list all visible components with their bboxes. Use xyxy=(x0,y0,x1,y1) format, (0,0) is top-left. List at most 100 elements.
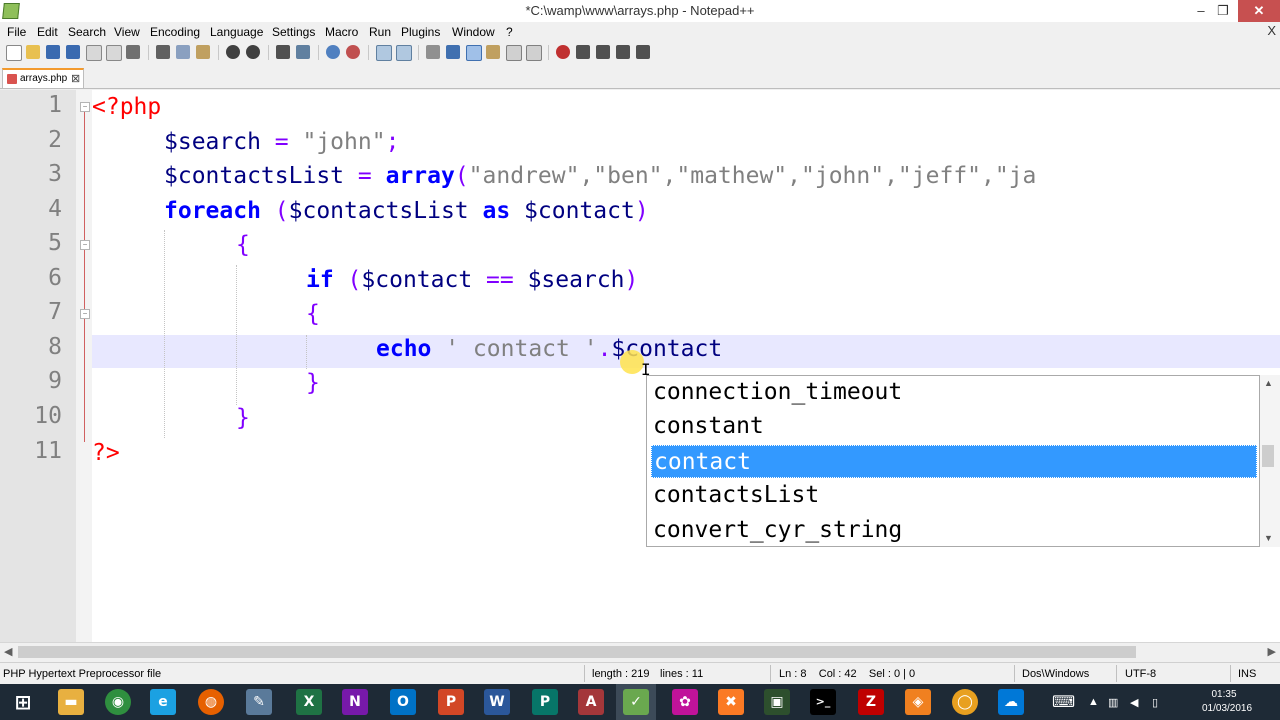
notepad-plus-plus-icon[interactable]: ✓ xyxy=(623,689,649,715)
firefox-icon[interactable]: ◍ xyxy=(198,689,224,715)
system-clock[interactable]: 01:35 01/03/2016 xyxy=(1202,688,1252,716)
close-all-icon[interactable] xyxy=(106,45,122,61)
open-file-icon[interactable] xyxy=(26,45,40,59)
close-button[interactable]: ✕ xyxy=(1238,0,1280,22)
wamp-icon[interactable]: ◯ xyxy=(952,689,978,715)
menu-help[interactable]: ? xyxy=(506,25,513,39)
new-file-icon[interactable] xyxy=(6,45,22,61)
code-line-10: } xyxy=(236,401,250,435)
menu-macro[interactable]: Macro xyxy=(325,25,358,39)
code-line-5: { xyxy=(236,228,250,262)
undo-icon[interactable] xyxy=(226,45,240,59)
scrollbar-thumb[interactable] xyxy=(18,646,1136,658)
command-prompt-icon[interactable]: >_ xyxy=(810,689,836,715)
publisher-icon[interactable]: P xyxy=(532,689,558,715)
status-separator xyxy=(1230,665,1231,682)
fold-toggle-icon[interactable]: − xyxy=(80,309,90,319)
show-all-characters-icon[interactable] xyxy=(446,45,460,59)
function-list-icon[interactable] xyxy=(526,45,542,61)
code-line-3: $contactsList = array("andrew","ben","ma… xyxy=(164,159,1036,193)
autocomplete-scrollbar[interactable]: ▲ ▼ xyxy=(1260,375,1280,547)
indent-guide xyxy=(164,230,165,438)
horizontal-scrollbar[interactable]: ◀ ▶ xyxy=(0,642,1280,661)
maximize-button[interactable]: ❐ xyxy=(1208,0,1238,22)
battery-icon[interactable]: ▯ xyxy=(1152,696,1158,709)
onedrive-icon[interactable]: ☁ xyxy=(998,689,1024,715)
word-wrap-icon[interactable] xyxy=(426,45,440,59)
document-close-icon[interactable]: X xyxy=(1267,23,1276,38)
stop-macro-icon[interactable] xyxy=(576,45,590,59)
menu-settings[interactable]: Settings xyxy=(272,25,315,39)
autocomplete-item[interactable]: convert_cyr_string xyxy=(653,514,1253,546)
close-file-icon[interactable] xyxy=(86,45,102,61)
fold-toggle-icon[interactable]: − xyxy=(80,240,90,250)
fold-toggle-icon[interactable]: − xyxy=(80,102,90,112)
print-icon[interactable] xyxy=(126,45,140,59)
tab-close-icon[interactable]: ⊠ xyxy=(71,72,80,85)
code-variable: $contact xyxy=(361,267,473,293)
menu-window[interactable]: Window xyxy=(452,25,495,39)
powerpoint-icon[interactable]: P xyxy=(438,689,464,715)
replace-icon[interactable] xyxy=(296,45,310,59)
redo-icon[interactable] xyxy=(246,45,260,59)
code-editor[interactable]: 1 2 3 4 5 6 7 8 9 10 11 − − − <?php $sea… xyxy=(0,90,1280,642)
outlook-icon[interactable]: O xyxy=(390,689,416,715)
scroll-left-icon[interactable]: ◀ xyxy=(4,645,12,658)
terminal-icon[interactable]: ▣ xyxy=(764,689,790,715)
menu-file[interactable]: File xyxy=(7,25,26,39)
save-macro-icon[interactable] xyxy=(636,45,650,59)
access-icon[interactable]: A xyxy=(578,689,604,715)
save-icon[interactable] xyxy=(46,45,60,59)
copy-icon[interactable] xyxy=(176,45,190,59)
autocomplete-item-selected[interactable]: contact xyxy=(651,445,1257,478)
play-macro-multiple-icon[interactable] xyxy=(616,45,630,59)
onenote-icon[interactable]: N xyxy=(342,689,368,715)
chrome-icon[interactable]: ◉ xyxy=(105,689,131,715)
menu-edit[interactable]: Edit xyxy=(37,25,58,39)
line-number: 9 xyxy=(48,368,62,394)
start-icon[interactable]: ⊞ xyxy=(10,689,36,715)
paint-icon[interactable]: ✎ xyxy=(246,689,272,715)
scroll-down-icon[interactable]: ▼ xyxy=(1264,533,1273,543)
menu-plugins[interactable]: Plugins xyxy=(401,25,440,39)
record-macro-icon[interactable] xyxy=(556,45,570,59)
magenta-app-icon[interactable]: ✿ xyxy=(672,689,698,715)
file-explorer-icon[interactable]: ▬ xyxy=(58,689,84,715)
save-all-icon[interactable] xyxy=(66,45,80,59)
show-hidden-icons-icon[interactable]: ▲ xyxy=(1088,696,1099,708)
network-icon[interactable]: ▥ xyxy=(1108,696,1118,709)
menu-run[interactable]: Run xyxy=(369,25,391,39)
autocomplete-list[interactable]: connection_timeout constant contact cont… xyxy=(646,375,1260,547)
user-language-icon[interactable] xyxy=(486,45,500,59)
autocomplete-item[interactable]: connection_timeout xyxy=(653,376,1253,409)
scrollbar-thumb[interactable] xyxy=(1262,445,1274,467)
sync-vertical-icon[interactable] xyxy=(376,45,392,61)
volume-icon[interactable]: ◀ xyxy=(1130,696,1138,709)
line-number: 1 xyxy=(48,92,62,118)
menu-encoding[interactable]: Encoding xyxy=(150,25,200,39)
tab-arrays-php[interactable]: arrays.php ⊠ xyxy=(2,68,84,88)
autocomplete-item[interactable]: contactsList xyxy=(653,479,1253,512)
word-icon[interactable]: W xyxy=(484,689,510,715)
excel-icon[interactable]: X xyxy=(296,689,322,715)
indent-guide-icon[interactable] xyxy=(466,45,482,61)
autocomplete-item[interactable]: constant xyxy=(653,410,1253,443)
keyboard-icon[interactable]: ⌨ xyxy=(1052,692,1075,712)
scroll-up-icon[interactable]: ▲ xyxy=(1264,378,1273,388)
xampp-icon[interactable]: ✖ xyxy=(718,689,744,715)
zoom-in-icon[interactable] xyxy=(326,45,340,59)
zoom-out-icon[interactable] xyxy=(346,45,360,59)
filezilla-icon[interactable]: Z xyxy=(858,689,884,715)
menu-language[interactable]: Language xyxy=(210,25,263,39)
scroll-right-icon[interactable]: ▶ xyxy=(1268,645,1276,658)
orange-app-icon[interactable]: ◈ xyxy=(905,689,931,715)
document-map-icon[interactable] xyxy=(506,45,522,61)
play-macro-icon[interactable] xyxy=(596,45,610,59)
cut-icon[interactable] xyxy=(156,45,170,59)
find-icon[interactable] xyxy=(276,45,290,59)
sync-horizontal-icon[interactable] xyxy=(396,45,412,61)
menu-search[interactable]: Search xyxy=(68,25,106,39)
paste-icon[interactable] xyxy=(196,45,210,59)
menu-view[interactable]: View xyxy=(114,25,140,39)
internet-explorer-icon[interactable]: e xyxy=(150,689,176,715)
